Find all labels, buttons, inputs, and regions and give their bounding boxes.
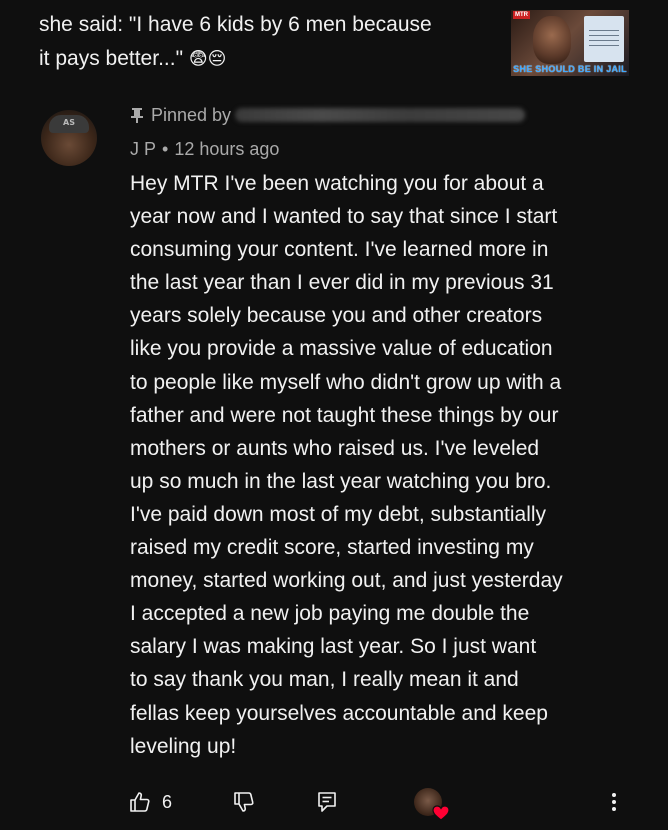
video-title-line-1: she said: "I have 6 kids by 6 men becaus… [39, 13, 432, 36]
thumbnail-document-image [584, 16, 624, 62]
comment-line: like you provide a massive value of educ… [130, 337, 553, 361]
comment-line: year now and I wanted to say that since … [130, 205, 558, 229]
pinned-by-label: Pinned by [151, 104, 232, 125]
comment-line: leveling up! [130, 734, 237, 758]
comment-line: Hey MTR I've been watching you for about… [130, 172, 544, 195]
comment-meta: J P • 12 hours ago [130, 136, 279, 162]
pinned-by-channel-redacted [235, 108, 526, 122]
reply-button[interactable] [316, 784, 338, 820]
commenter-avatar[interactable] [41, 110, 97, 166]
comment-line: money, started working out, and just yes… [130, 569, 563, 593]
more-options-button[interactable] [604, 784, 624, 820]
comment-line: I've paid down most of my debt, substant… [130, 502, 547, 526]
dislike-button[interactable] [232, 784, 256, 820]
comment-line: to say thank you man, I really mean it a… [130, 668, 519, 692]
comment-timestamp[interactable]: 12 hours ago [174, 139, 279, 159]
comment-line: up so much in the last year watching you… [130, 469, 552, 493]
creator-heart[interactable] [414, 784, 450, 821]
video-item[interactable]: she said: "I have 6 kids by 6 men becaus… [0, 0, 668, 96]
video-title[interactable]: she said: "I have 6 kids by 6 men becaus… [39, 8, 479, 76]
thumbs-up-icon [130, 792, 150, 812]
comment-author[interactable]: J P [130, 139, 156, 159]
thumbnail-channel-badge: MTR [513, 11, 530, 19]
comment-line: mothers or aunts who raised us. I've lev… [130, 436, 540, 460]
comment-line: years solely because you and other creat… [130, 304, 543, 328]
comment-line: the last year than I ever did in my prev… [130, 271, 554, 295]
comment-actions: 6 [0, 784, 668, 821]
title-emojis: 😨😔 [188, 48, 227, 70]
comment-line: salary I was making last year. So I just… [130, 635, 537, 659]
comment-reply-icon [318, 792, 336, 812]
comment-line: fellas keep yourselves accountable and k… [130, 701, 548, 725]
comment-line: consuming your content. I've learned mor… [130, 238, 549, 262]
thumbs-down-icon [234, 792, 254, 812]
meta-separator: • [162, 139, 169, 159]
pin-icon [131, 108, 143, 123]
like-button[interactable]: 6 [128, 784, 172, 820]
creator-avatar [414, 788, 450, 821]
video-thumbnail[interactable]: MTR SHE SHOULD BE IN JAIL [511, 10, 629, 76]
creator-heart-icon [432, 805, 450, 821]
comment-line: I accepted a new job paying me double th… [130, 602, 530, 626]
comment-text: Hey MTR I've been watching you for about… [130, 167, 610, 763]
video-title-line-2: it pays better..." [39, 47, 184, 70]
comment-line: raised my credit score, started investin… [130, 536, 534, 560]
comment-line: father and were not taught these things … [130, 403, 559, 427]
thumbnail-person-image [533, 16, 571, 64]
comment-line: to people like myself who didn't grow up… [130, 370, 562, 394]
thumbnail-caption: SHE SHOULD BE IN JAIL [513, 64, 627, 74]
more-vertical-icon [612, 793, 616, 811]
like-count: 6 [162, 791, 173, 812]
pinned-indicator: Pinned by [130, 100, 526, 130]
